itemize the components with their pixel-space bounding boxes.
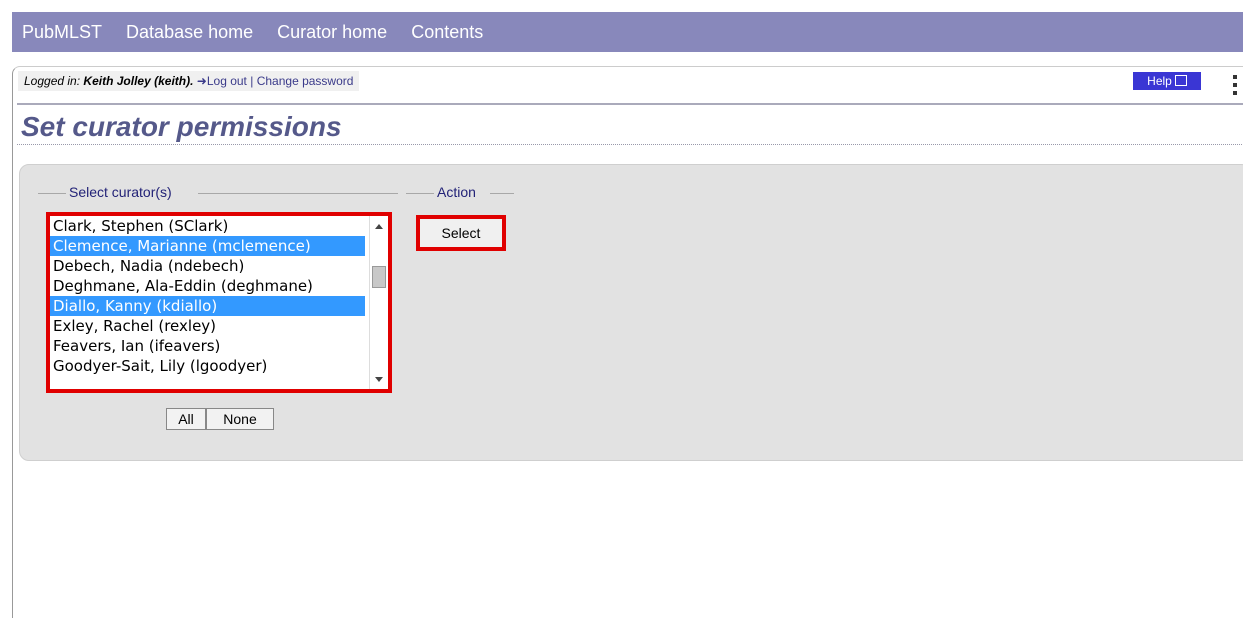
change-password-link[interactable]: Change password <box>257 74 354 88</box>
action-legend: Action <box>434 184 479 200</box>
curators-legend: Select curator(s) <box>66 184 175 200</box>
page-title: Set curator permissions <box>21 111 342 142</box>
legend-line <box>406 193 434 194</box>
external-link-icon <box>1174 75 1187 86</box>
main-panel: Logged in: Keith Jolley (keith). ➜Log ou… <box>12 66 1243 618</box>
curator-option[interactable]: Diallo, Kanny (kdiallo) <box>50 296 365 316</box>
list-scrollbar[interactable] <box>369 216 388 389</box>
nav-pubmlst[interactable]: PubMLST <box>22 22 102 43</box>
legend-line <box>38 193 66 194</box>
scroll-thumb[interactable] <box>372 266 386 288</box>
help-button[interactable]: Help <box>1133 72 1201 90</box>
curator-select-list[interactable]: Clark, Stephen (SClark) Clemence, Mariann… <box>46 212 392 393</box>
logout-label: Log out <box>206 74 247 88</box>
curator-option[interactable]: Deghmane, Ala-Eddin (deghmane) <box>50 276 365 296</box>
nav-curator-home[interactable]: Curator home <box>277 22 387 43</box>
title-underline <box>17 144 1243 145</box>
curator-option[interactable]: Clark, Stephen (SClark) <box>50 216 365 236</box>
curator-options: Clark, Stephen (SClark) Clemence, Mariann… <box>50 216 388 376</box>
curator-option[interactable]: Clemence, Marianne (mclemence) <box>50 236 365 256</box>
nav-contents[interactable]: Contents <box>411 22 483 43</box>
curator-option[interactable]: Feavers, Ian (ifeavers) <box>50 336 365 356</box>
logout-link[interactable]: ➜Log out <box>197 74 247 88</box>
user-bar: Logged in: Keith Jolley (keith). ➜Log ou… <box>18 71 360 91</box>
select-all-button[interactable]: All <box>166 408 206 430</box>
nav-database-home[interactable]: Database home <box>126 22 253 43</box>
logout-icon: ➜ <box>196 74 207 88</box>
form-box: Select curator(s) Action Clark, Stephen … <box>19 164 1243 461</box>
legend-line <box>198 193 398 194</box>
scroll-down-icon[interactable] <box>375 377 383 382</box>
separator: | <box>250 74 254 88</box>
curator-option[interactable]: Goodyer-Sait, Lily (lgoodyer) <box>50 356 365 376</box>
curator-option[interactable]: Exley, Rachel (rexley) <box>50 316 365 336</box>
select-button[interactable]: Select <box>416 215 506 251</box>
legend-line <box>490 193 514 194</box>
select-none-button[interactable]: None <box>206 408 274 430</box>
help-label: Help <box>1147 74 1172 88</box>
more-menu-icon[interactable] <box>1233 75 1238 99</box>
logged-in-label: Logged in: <box>24 74 81 88</box>
scroll-up-icon[interactable] <box>375 224 383 229</box>
top-navigation: PubMLST Database home Curator home Conte… <box>12 12 1243 52</box>
curator-option[interactable]: Debech, Nadia (ndebech) <box>50 256 365 276</box>
user-name: Keith Jolley (keith). <box>83 74 194 88</box>
title-rule <box>17 103 1243 105</box>
